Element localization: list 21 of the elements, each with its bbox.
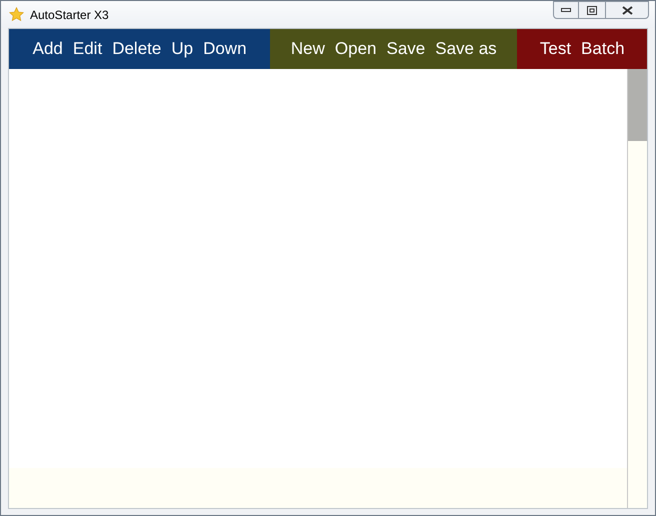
toolbar-button[interactable]: New: [286, 36, 329, 62]
toolbar-button[interactable]: Edit: [68, 36, 106, 62]
close-icon: [622, 6, 632, 14]
minimize-icon: [561, 8, 571, 12]
star-icon: [9, 7, 24, 22]
toolbar-button[interactable]: Open: [330, 36, 380, 62]
maximize-icon: [587, 6, 597, 14]
toolbar-button[interactable]: Up: [167, 36, 198, 62]
toolbar-button[interactable]: Save as: [431, 36, 501, 62]
toolbar-button[interactable]: Test: [536, 36, 576, 62]
window-title: AutoStarter X3: [30, 6, 109, 24]
toolbar-button[interactable]: Batch: [577, 36, 629, 62]
toolbar-button[interactable]: Delete: [108, 36, 166, 62]
toolbar-button[interactable]: Add: [28, 36, 67, 62]
close-button[interactable]: [605, 1, 649, 19]
minimize-button[interactable]: [553, 1, 579, 19]
toolbar-button[interactable]: Save: [382, 36, 430, 62]
scrollbar[interactable]: [627, 69, 647, 508]
toolbar-button[interactable]: Down: [199, 36, 251, 62]
scrollbar-thumb[interactable]: [628, 69, 647, 141]
maximize-button[interactable]: [579, 1, 605, 19]
